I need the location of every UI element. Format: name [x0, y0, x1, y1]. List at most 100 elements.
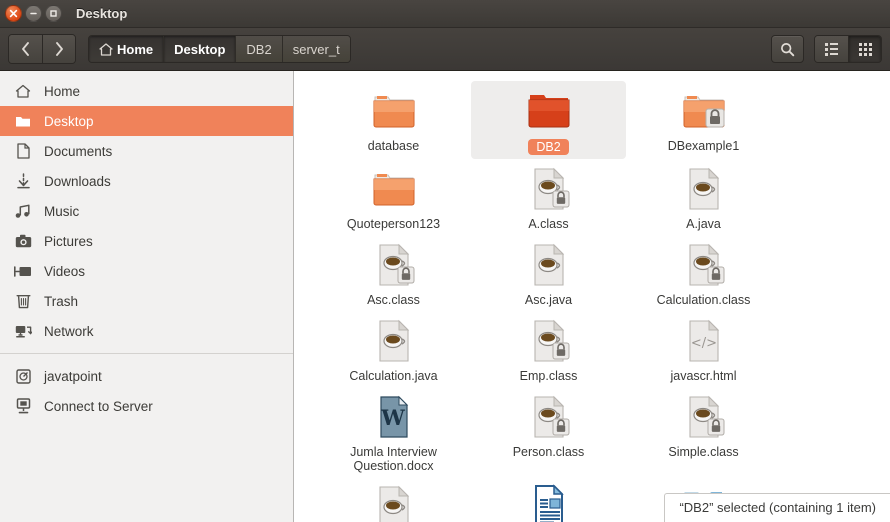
- download-icon: [14, 173, 32, 189]
- html-icon: </>: [680, 317, 728, 365]
- server-icon: [14, 398, 32, 414]
- java-icon: [525, 165, 573, 213]
- file-item[interactable]: database: [316, 81, 471, 159]
- writer-icon: [525, 483, 573, 522]
- sidebar-item-documents[interactable]: Documents: [0, 136, 293, 166]
- file-manager-window: Desktop Home Desktop DB2 server_t Home D…: [0, 0, 890, 522]
- breadcrumb-db2[interactable]: DB2: [236, 36, 283, 62]
- java-icon: [680, 165, 728, 213]
- breadcrumb-home[interactable]: Home: [89, 36, 165, 62]
- forward-button[interactable]: [42, 35, 75, 63]
- file-item[interactable]: A.class: [471, 159, 626, 235]
- sidebar-item-label: Pictures: [44, 233, 93, 249]
- document-icon: [14, 143, 32, 159]
- java-icon: [680, 241, 728, 289]
- breadcrumb-desktop[interactable]: Desktop: [164, 36, 237, 62]
- sidebar-item-pictures[interactable]: Pictures: [0, 226, 293, 256]
- sidebar-item-label: Home: [44, 83, 81, 99]
- file-grid: database DB2 DBexample1 Quoteperson123 A…: [294, 81, 890, 522]
- file-item[interactable]: [316, 477, 471, 522]
- file-name: Jumla Interview Question.docx: [350, 445, 437, 473]
- file-item[interactable]: DB2: [471, 81, 626, 159]
- back-button[interactable]: [9, 35, 42, 63]
- maximize-icon[interactable]: [45, 5, 62, 22]
- sidebar-item-desktop[interactable]: Desktop: [0, 106, 293, 136]
- file-name: Asc.class: [367, 293, 420, 307]
- breadcrumb-label: Home: [117, 41, 154, 57]
- music-icon: [14, 204, 32, 219]
- folder-icon: [14, 114, 32, 128]
- folder-icon: [370, 165, 418, 213]
- file-name: javascr.html: [670, 369, 737, 383]
- file-item[interactable]: [471, 477, 626, 522]
- file-item[interactable]: Calculation.class: [626, 235, 781, 311]
- file-item[interactable]: Person.class: [471, 387, 626, 477]
- folder-icon: [525, 87, 573, 135]
- sidebar-item-label: Music: [44, 203, 80, 219]
- sidebar: Home Desktop Documents Downloads Music P…: [0, 71, 294, 522]
- toolbar: Home Desktop DB2 server_t: [0, 28, 890, 71]
- sidebar-item-trash[interactable]: Trash: [0, 286, 293, 316]
- file-name: Emp.class: [519, 369, 578, 383]
- java-icon: [370, 483, 418, 522]
- file-item[interactable]: Quoteperson123: [316, 159, 471, 235]
- trash-icon: [14, 293, 32, 309]
- file-name: Person.class: [512, 445, 585, 459]
- sidebar-item-label: Videos: [44, 263, 86, 279]
- word-icon: W: [370, 393, 418, 441]
- file-item[interactable]: </> javascr.html: [626, 311, 781, 387]
- view-mode-toggle: [814, 35, 882, 63]
- file-item[interactable]: Calculation.java: [316, 311, 471, 387]
- breadcrumb-label: server_t: [292, 41, 340, 57]
- file-item[interactable]: Simple.class: [626, 387, 781, 477]
- lock-badge: [707, 418, 724, 436]
- disk-icon: [14, 368, 32, 384]
- sidebar-item-javatpoint[interactable]: javatpoint: [0, 361, 293, 391]
- breadcrumb-server-t[interactable]: server_t: [282, 36, 350, 62]
- lock-badge: [552, 418, 569, 436]
- java-icon: [525, 241, 573, 289]
- sidebar-item-label: Documents: [44, 143, 113, 159]
- file-name: Quoteperson123: [346, 217, 441, 231]
- folder-icon: [370, 87, 418, 135]
- java-icon: [525, 393, 573, 441]
- sidebar-item-home[interactable]: Home: [0, 76, 293, 106]
- file-name: DB2: [528, 139, 569, 155]
- breadcrumb-label: Desktop: [174, 41, 226, 57]
- close-icon[interactable]: [5, 5, 22, 22]
- file-name: DBexample1: [667, 139, 740, 153]
- video-icon: [14, 265, 32, 278]
- sidebar-item-videos[interactable]: Videos: [0, 256, 293, 286]
- file-item[interactable]: Asc.class: [316, 235, 471, 311]
- sidebar-item-downloads[interactable]: Downloads: [0, 166, 293, 196]
- grid-view-icon[interactable]: [848, 36, 881, 62]
- file-item[interactable]: Asc.java: [471, 235, 626, 311]
- file-name: A.java: [686, 217, 721, 231]
- window-body: Home Desktop Documents Downloads Music P…: [0, 71, 890, 522]
- sidebar-item-label: Connect to Server: [44, 398, 153, 414]
- file-name: Calculation.class: [656, 293, 751, 307]
- list-view-icon[interactable]: [815, 36, 848, 62]
- java-icon: [370, 241, 418, 289]
- lock-badge: [552, 190, 569, 208]
- sidebar-item-label: javatpoint: [44, 368, 102, 384]
- sidebar-separator: [0, 353, 293, 354]
- sidebar-item-network[interactable]: Network: [0, 316, 293, 346]
- sidebar-item-connect-to-server[interactable]: Connect to Server: [0, 391, 293, 421]
- file-item[interactable]: Emp.class: [471, 311, 626, 387]
- minimize-icon[interactable]: [25, 5, 42, 22]
- status-bar: “DB2” selected (containing 1 item): [664, 493, 890, 522]
- file-item[interactable]: DBexample1: [626, 81, 781, 159]
- lock-badge: [397, 266, 414, 284]
- search-icon[interactable]: [771, 35, 804, 63]
- file-item[interactable]: W Jumla Interview Question.docx: [316, 387, 471, 477]
- sidebar-item-label: Trash: [44, 293, 79, 309]
- lock-badge: [707, 266, 724, 284]
- file-name: database: [367, 139, 420, 153]
- file-grid-area[interactable]: database DB2 DBexample1 Quoteperson123 A…: [294, 71, 890, 522]
- file-item[interactable]: A.java: [626, 159, 781, 235]
- lock-badge: [705, 108, 724, 128]
- breadcrumb: Home Desktop DB2 server_t: [88, 35, 351, 63]
- sidebar-item-label: Desktop: [44, 113, 94, 129]
- sidebar-item-music[interactable]: Music: [0, 196, 293, 226]
